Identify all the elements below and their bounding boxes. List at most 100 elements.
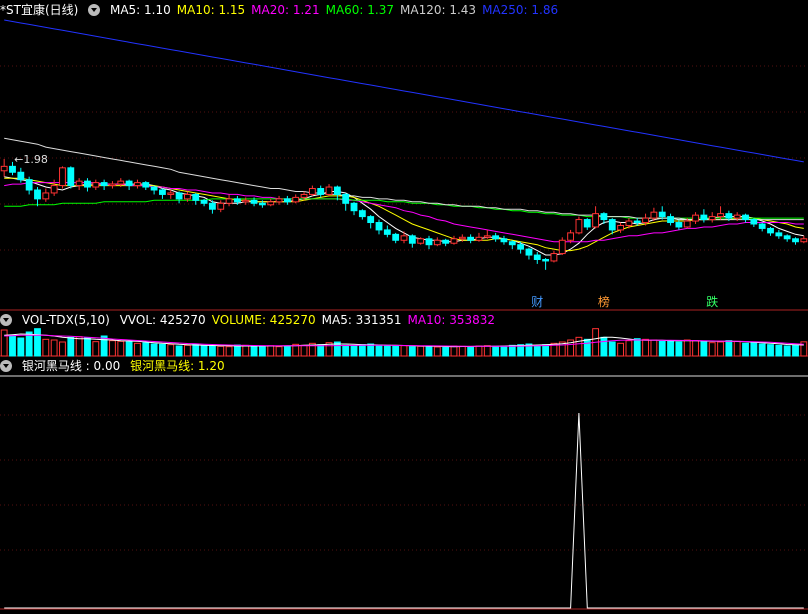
candle-body bbox=[617, 224, 624, 231]
candle-body bbox=[717, 213, 724, 218]
candle-body bbox=[625, 220, 633, 226]
volume-bar bbox=[258, 345, 266, 357]
candle-body bbox=[67, 167, 75, 187]
stock-chart[interactable]: ←1.98 财 榜 跌 bbox=[0, 0, 808, 614]
candle-body bbox=[225, 198, 233, 204]
candle-body bbox=[675, 222, 683, 228]
volume-bar bbox=[9, 334, 16, 357]
candle-body bbox=[792, 238, 799, 243]
volume-bar bbox=[475, 345, 483, 357]
candle-body bbox=[267, 201, 275, 206]
volume-bar bbox=[725, 340, 733, 357]
indicator-line bbox=[4, 412, 804, 609]
volume-bar bbox=[608, 341, 616, 357]
candle-body bbox=[283, 198, 291, 203]
volume-bar bbox=[633, 338, 641, 357]
candle-body bbox=[367, 216, 375, 224]
volume-bar bbox=[417, 345, 425, 357]
candle-body bbox=[550, 253, 558, 262]
volume-bar bbox=[408, 346, 416, 357]
volume-bar bbox=[34, 328, 41, 357]
candle-body bbox=[250, 199, 258, 204]
volume-bar bbox=[708, 342, 716, 357]
candle-body bbox=[258, 202, 266, 206]
volume-bar bbox=[400, 345, 408, 357]
volume-bar bbox=[84, 337, 91, 357]
volume-bar bbox=[617, 342, 624, 357]
candle-body bbox=[492, 235, 500, 240]
volume-bar bbox=[433, 346, 441, 357]
candle-body bbox=[200, 199, 208, 204]
volume-bar bbox=[350, 345, 358, 357]
candle-body bbox=[433, 239, 441, 246]
candle-body bbox=[683, 220, 691, 228]
volume-bar bbox=[200, 345, 208, 357]
candle-body bbox=[775, 232, 783, 237]
candle-body bbox=[450, 238, 458, 244]
candle-body bbox=[142, 182, 150, 188]
volume-bar bbox=[317, 344, 325, 357]
event-label: 财 bbox=[531, 295, 543, 309]
volume-bar bbox=[783, 345, 791, 357]
candle-body bbox=[483, 235, 491, 238]
candle-body bbox=[242, 199, 250, 203]
volume-bar bbox=[442, 346, 450, 357]
candle-body bbox=[0, 165, 8, 172]
candle-body bbox=[650, 211, 658, 219]
volume-bar bbox=[75, 336, 83, 357]
event-label: 跌 bbox=[706, 294, 718, 309]
candle-body bbox=[350, 202, 358, 212]
volume-bar bbox=[600, 336, 608, 357]
volume-bar bbox=[692, 340, 699, 357]
candle-body bbox=[34, 189, 41, 200]
candle-body bbox=[308, 188, 316, 195]
volume-bar bbox=[159, 343, 166, 357]
candle-body bbox=[592, 213, 600, 228]
candle-body bbox=[342, 193, 350, 204]
volume-bar bbox=[275, 346, 283, 357]
volume-bar bbox=[717, 341, 724, 357]
candle-body bbox=[184, 193, 191, 200]
candle-body bbox=[500, 238, 508, 243]
ma-line-ma250 bbox=[4, 19, 804, 163]
candle-body bbox=[192, 193, 200, 201]
ma-line-ma5 bbox=[4, 176, 804, 256]
candle-body bbox=[600, 213, 608, 221]
candle-body bbox=[109, 183, 116, 187]
candle-body bbox=[442, 239, 450, 244]
volume-bar bbox=[167, 344, 175, 357]
volume-bar bbox=[375, 344, 383, 357]
candle-body bbox=[59, 167, 66, 187]
volume-bar bbox=[533, 345, 541, 357]
volume-bar bbox=[750, 342, 758, 357]
candle-body bbox=[725, 213, 733, 219]
volume-bar bbox=[225, 346, 233, 357]
candle-body bbox=[50, 185, 58, 194]
candle-body bbox=[458, 236, 466, 240]
volume-bar bbox=[575, 336, 583, 357]
candle-body bbox=[508, 241, 516, 246]
volume-bar bbox=[208, 345, 216, 357]
candle-body bbox=[84, 180, 91, 188]
candle-body bbox=[658, 211, 666, 218]
candle-body bbox=[125, 180, 133, 187]
candle-body bbox=[800, 238, 808, 243]
candle-body bbox=[375, 222, 383, 231]
volume-bar bbox=[508, 344, 516, 357]
candle-body bbox=[233, 198, 241, 203]
candle-body bbox=[100, 182, 108, 187]
volume-bar bbox=[358, 344, 366, 357]
volume-bar bbox=[642, 338, 649, 357]
candle-body bbox=[475, 236, 483, 241]
volume-bar bbox=[267, 345, 275, 357]
candle-body bbox=[667, 216, 674, 224]
candle-body bbox=[425, 238, 433, 246]
volume-bar bbox=[42, 338, 50, 357]
candle-body bbox=[417, 238, 425, 244]
volume-bar bbox=[109, 340, 116, 357]
candle-body bbox=[742, 214, 749, 221]
volume-bar bbox=[117, 340, 125, 357]
volume-bar bbox=[500, 345, 508, 357]
candle-body bbox=[292, 196, 300, 203]
volume-bar bbox=[100, 335, 108, 357]
